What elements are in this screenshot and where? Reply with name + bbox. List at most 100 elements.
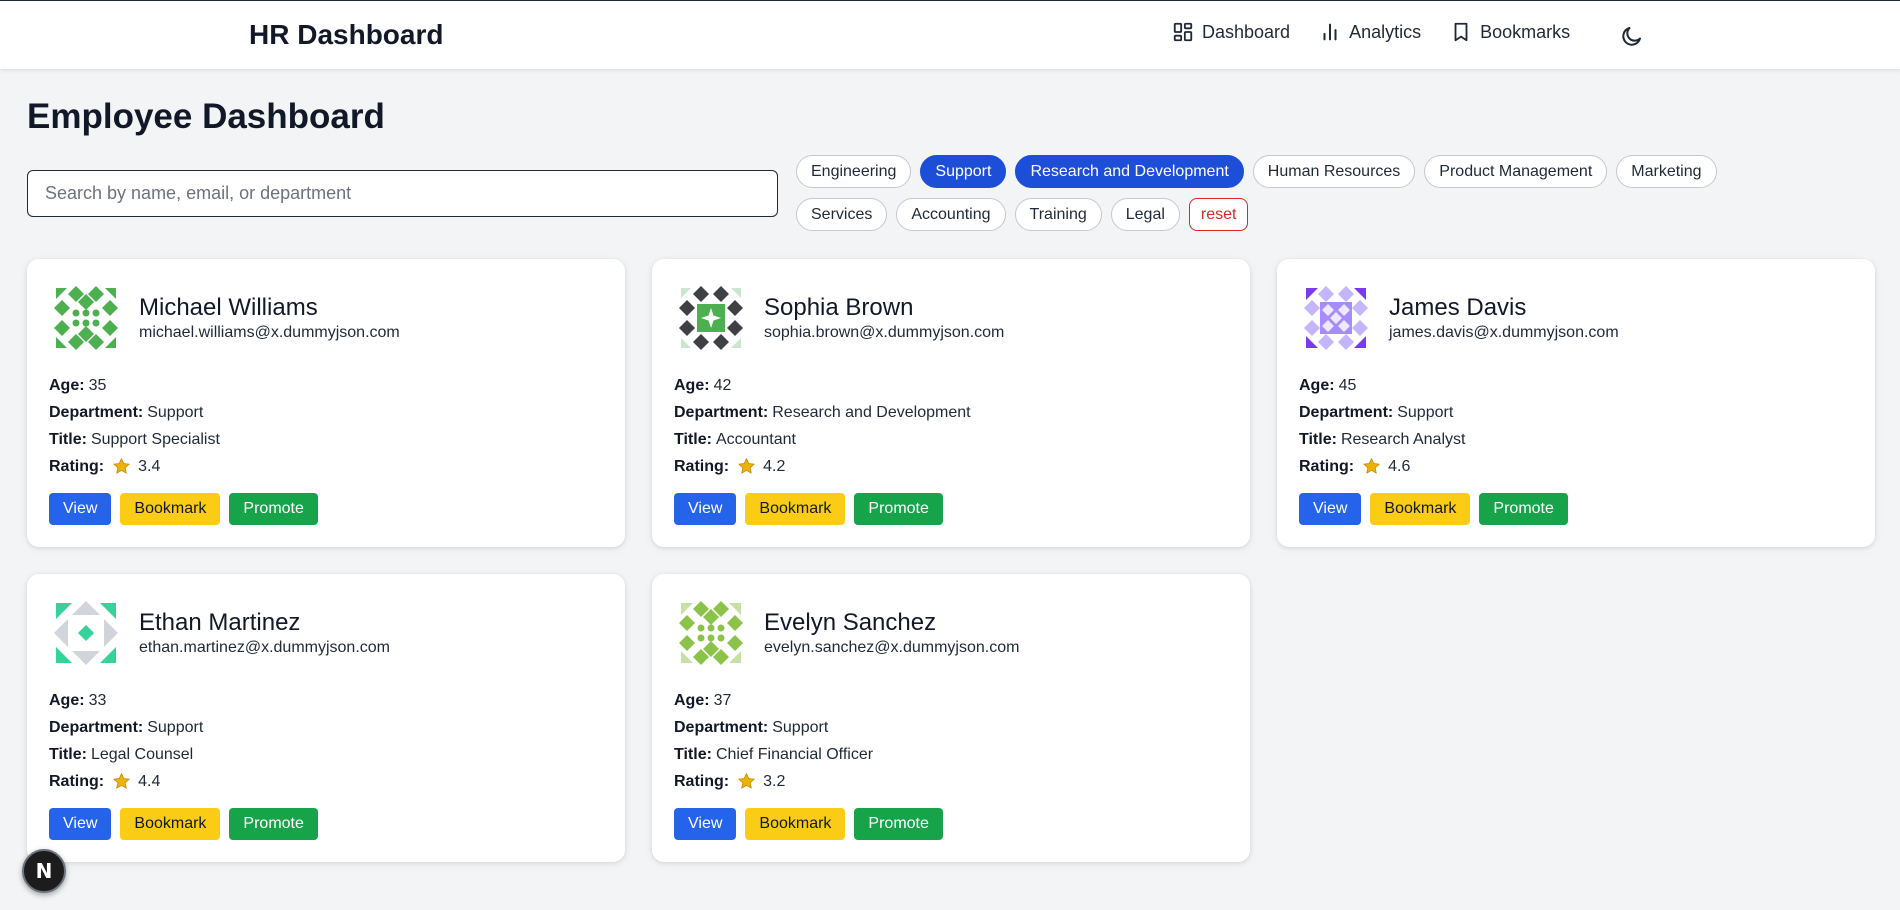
promote-button[interactable]: Promote xyxy=(229,493,318,525)
employee-email: james.davis@x.dummyjson.com xyxy=(1389,324,1619,341)
search-input[interactable] xyxy=(27,170,778,217)
department-row: Department: Support xyxy=(49,714,203,741)
card-actions: View Bookmark Promote xyxy=(49,808,318,840)
employee-name: Ethan Martinez xyxy=(139,609,301,636)
title-value: Chief Financial Officer xyxy=(715,746,874,763)
avatar xyxy=(679,601,743,665)
filter-chip-training[interactable]: Training xyxy=(1014,198,1102,231)
bookmark-button[interactable]: Bookmark xyxy=(120,808,221,840)
nav-links: Dashboard Analytics Bookmarks xyxy=(1172,21,1599,43)
view-button[interactable]: View xyxy=(674,493,737,525)
reset-filters-button[interactable]: reset xyxy=(1188,198,1249,231)
filter-chip-accounting[interactable]: Accounting xyxy=(896,198,1006,231)
rating-value: 3.2 xyxy=(763,773,786,790)
view-button[interactable]: View xyxy=(674,808,737,840)
rating-label: Rating: xyxy=(49,458,105,475)
age-label: Age: xyxy=(49,377,85,394)
avatar xyxy=(679,286,743,350)
nav-link-label: Bookmarks xyxy=(1480,21,1571,42)
filter-chip-support[interactable]: Support xyxy=(920,155,1007,188)
department-value: Research and Development xyxy=(772,404,971,421)
age-value: 42 xyxy=(713,377,732,394)
star-icon xyxy=(1363,458,1380,474)
rating-value: 4.6 xyxy=(1388,458,1411,475)
view-button[interactable]: View xyxy=(1299,493,1362,525)
department-row: Department: Support xyxy=(1299,399,1465,426)
age-row: Age: 45 xyxy=(1299,372,1465,399)
rating-row: Rating: 4.6 xyxy=(1299,453,1465,480)
department-value: Support xyxy=(772,719,829,736)
bookmark-button[interactable]: Bookmark xyxy=(120,493,221,525)
nextjs-dev-badge[interactable]: N xyxy=(22,849,66,893)
rating-row: Rating: 4.2 xyxy=(674,453,971,480)
moon-icon xyxy=(1622,27,1641,46)
employee-card: Evelyn Sanchez evelyn.sanchez@x.dummyjso… xyxy=(652,574,1250,862)
department-row: Department: Support xyxy=(674,714,873,741)
employee-email: evelyn.sanchez@x.dummyjson.com xyxy=(764,639,1020,656)
age-label: Age: xyxy=(674,692,710,709)
age-row: Age: 33 xyxy=(49,687,203,714)
rating-row: Rating: 3.4 xyxy=(49,453,220,480)
rating-label: Rating: xyxy=(49,773,105,790)
rating-row: Rating: 4.4 xyxy=(49,768,203,795)
nav-link-analytics[interactable]: Analytics xyxy=(1319,21,1421,43)
age-value: 45 xyxy=(1338,377,1357,394)
title-label: Title: xyxy=(49,431,87,448)
department-label: Department: xyxy=(49,719,144,736)
filter-chip-services[interactable]: Services xyxy=(796,198,888,231)
employee-email: michael.williams@x.dummyjson.com xyxy=(139,324,400,341)
title-value: Accountant xyxy=(715,431,796,448)
promote-button[interactable]: Promote xyxy=(229,808,318,840)
title-row: Title: Chief Financial Officer xyxy=(674,741,873,768)
nav-link-bookmarks[interactable]: Bookmarks xyxy=(1450,21,1570,43)
title-row: Title: Legal Counsel xyxy=(49,741,203,768)
rating-value: 4.4 xyxy=(138,773,161,790)
department-label: Department: xyxy=(1299,404,1394,421)
promote-button[interactable]: Promote xyxy=(854,808,943,840)
promote-button[interactable]: Promote xyxy=(854,493,943,525)
dashboard-grid-icon xyxy=(1173,22,1193,42)
filter-chip-marketing[interactable]: Marketing xyxy=(1616,155,1717,188)
department-filters: Engineering Support Research and Develop… xyxy=(796,155,1806,231)
view-button[interactable]: View xyxy=(49,493,112,525)
department-value: Support xyxy=(147,719,204,736)
star-icon xyxy=(113,773,130,789)
page-title: Employee Dashboard xyxy=(27,97,385,136)
view-button[interactable]: View xyxy=(49,808,112,840)
nav-link-label: Dashboard xyxy=(1202,21,1291,42)
rating-row: Rating: 3.2 xyxy=(674,768,873,795)
employee-email: sophia.brown@x.dummyjson.com xyxy=(764,324,1005,341)
age-label: Age: xyxy=(1299,377,1335,394)
title-row: Title: Accountant xyxy=(674,426,971,453)
promote-button[interactable]: Promote xyxy=(1479,493,1568,525)
employee-name: James Davis xyxy=(1389,294,1527,321)
filter-chip-research-and-development[interactable]: Research and Development xyxy=(1015,155,1244,188)
nav-link-dashboard[interactable]: Dashboard xyxy=(1172,21,1290,43)
bookmark-button[interactable]: Bookmark xyxy=(1370,493,1471,525)
employee-email: ethan.martinez@x.dummyjson.com xyxy=(139,639,390,656)
age-value: 35 xyxy=(88,377,107,394)
employee-card: Ethan Martinez ethan.martinez@x.dummyjso… xyxy=(27,574,625,862)
bookmark-button[interactable]: Bookmark xyxy=(745,808,846,840)
filter-chip-legal[interactable]: Legal xyxy=(1110,198,1180,231)
rating-label: Rating: xyxy=(674,773,730,790)
filter-chip-product-management[interactable]: Product Management xyxy=(1424,155,1608,188)
brand-title[interactable]: HR Dashboard xyxy=(249,19,443,51)
bookmark-button[interactable]: Bookmark xyxy=(745,493,846,525)
filter-chip-engineering[interactable]: Engineering xyxy=(796,155,912,188)
department-value: Support xyxy=(1397,404,1454,421)
card-actions: View Bookmark Promote xyxy=(674,808,943,840)
title-value: Legal Counsel xyxy=(90,746,194,763)
employee-name: Michael Williams xyxy=(139,294,318,321)
filter-chip-human-resources[interactable]: Human Resources xyxy=(1252,155,1416,188)
age-value: 37 xyxy=(713,692,732,709)
bar-chart-icon xyxy=(1323,23,1337,41)
card-actions: View Bookmark Promote xyxy=(1299,493,1568,525)
card-actions: View Bookmark Promote xyxy=(49,493,318,525)
title-label: Title: xyxy=(49,746,87,763)
employee-details: Age: 45 Department: Support Title: Research… xyxy=(1299,372,1465,480)
navbar: HR Dashboard Dashboard Analytics Bookmar… xyxy=(0,0,1900,69)
rating-label: Rating: xyxy=(1299,458,1355,475)
theme-toggle-button[interactable] xyxy=(1620,24,1644,48)
employee-name: Sophia Brown xyxy=(764,294,914,321)
